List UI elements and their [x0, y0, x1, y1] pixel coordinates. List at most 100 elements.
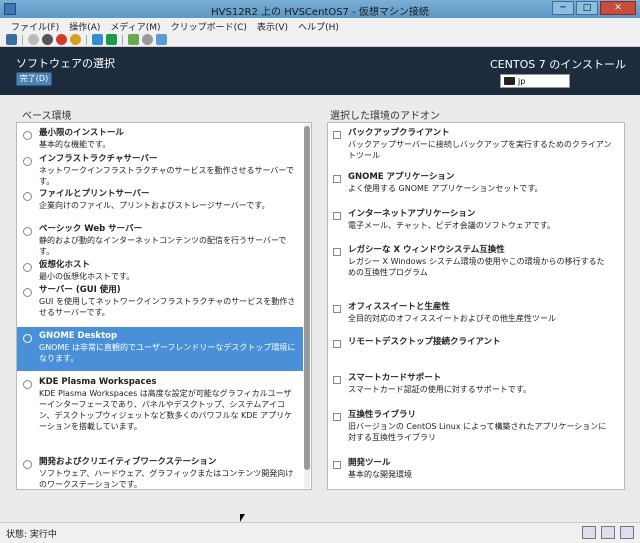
toolbar [0, 33, 640, 47]
checkbox[interactable] [333, 340, 341, 348]
addon-option[interactable]: スマートカードサポート スマートカード認証の使用に対するサポートです。 [328, 373, 618, 395]
checkbox[interactable] [333, 131, 341, 139]
env-option[interactable]: 開発およびクリエイティブワークステーション ソフトウェア、ハードウェア、グラフィ… [17, 457, 303, 489]
enhanced-session-icon[interactable] [156, 34, 167, 45]
addon-option[interactable]: リモートデスクトップ接続クライアント [328, 337, 618, 348]
addon-desc: 全目的対応のオフィススイートおよびその他生産性ツール [348, 314, 556, 323]
done-button[interactable]: 完了(D) [16, 72, 52, 86]
checkpoint-icon[interactable] [128, 34, 139, 45]
radio-button[interactable] [23, 263, 32, 272]
radio-button[interactable] [23, 227, 32, 236]
base-env-scrollbar[interactable] [304, 124, 310, 488]
checkbox[interactable] [333, 413, 341, 421]
revert-icon[interactable] [142, 34, 153, 45]
radio-button[interactable] [23, 334, 32, 343]
close-button[interactable]: ✕ [600, 1, 636, 15]
radio-button[interactable] [23, 288, 32, 297]
checkbox[interactable] [333, 305, 341, 313]
radio-button[interactable] [23, 460, 32, 469]
env-desc: ネットワークインフラストラクチャのサービスを動作させるサーバーです。 [39, 166, 294, 186]
addons-list: バックアップクライアント バックアップサーバーに接続しバックアップを実行するため… [327, 122, 625, 490]
addon-desc: 旧バージョンの CentOS Linux によって構築されたアプリケーションに対… [348, 422, 607, 442]
env-option[interactable]: ファイルとプリントサーバー 企業向けのファイル、プリントおよびストレージサーバー… [17, 189, 303, 211]
base-env-heading: ベース環境 [22, 111, 72, 122]
radio-button[interactable] [23, 131, 32, 140]
env-desc: 最小の仮想化ホストです。 [39, 272, 135, 281]
addon-name: スマートカードサポート [348, 373, 442, 383]
maximize-button[interactable]: □ [576, 1, 598, 15]
env-name: サーバー (GUI 使用) [39, 285, 121, 295]
pause-icon[interactable] [92, 34, 103, 45]
env-option[interactable]: サーバー (GUI 使用) GUI を使用してネットワークインフラストラクチャの… [17, 285, 303, 318]
env-desc: 静的および動的なインターネットコンテンツの配信を行うサーバーです。 [39, 236, 287, 256]
shutdown-icon[interactable] [56, 34, 67, 45]
env-name: ファイルとプリントサーバー [39, 189, 150, 199]
keyboard-layout-indicator[interactable]: jp [500, 74, 570, 88]
menu-help[interactable]: ヘルプ(H) [293, 18, 344, 33]
checkbox[interactable] [333, 248, 341, 256]
addon-name: レガシーな X ウィンドウシステム互換性 [348, 245, 505, 255]
env-name: 最小限のインストール [39, 128, 124, 138]
menu-action[interactable]: 操作(A) [64, 18, 105, 33]
menu-media[interactable]: メディア(M) [105, 18, 165, 33]
env-name: インフラストラクチャサーバー [39, 154, 158, 164]
addon-desc: 基本的な開発環境 [348, 470, 412, 479]
menu-view[interactable]: 表示(V) [252, 18, 293, 33]
menu-file[interactable]: ファイル(F) [6, 18, 64, 33]
addon-name: オフィススイートと生産性 [348, 302, 450, 312]
env-name: ベーシック Web サーバー [39, 224, 143, 234]
mouse-cursor-icon [240, 514, 245, 522]
addon-desc: バックアップサーバーに接続しバックアップを実行するためのクライアントツール [348, 140, 612, 160]
addon-option[interactable]: バックアップクライアント バックアップサーバーに接続しバックアップを実行するため… [328, 128, 618, 161]
ctrl-alt-del-icon[interactable] [6, 34, 17, 45]
addon-option[interactable]: オフィススイートと生産性 全目的対応のオフィススイートおよびその他生産性ツール [328, 302, 618, 324]
window-title: HVS12R2 上の HVSCentOS7 - 仮想マシン接続 [211, 7, 429, 18]
addon-desc: レガシー X Windows システム環境の使用やこの環境からの移行するための互… [348, 257, 605, 277]
env-desc: KDE Plasma Workspaces は高度な設定が可能なグラフィカルユー… [39, 389, 293, 431]
turn-off-icon[interactable] [42, 34, 53, 45]
addon-option[interactable]: 開発ツール 基本的な開発環境 [328, 458, 618, 480]
keyboard-layout-label: jp [518, 76, 526, 86]
env-option[interactable]: 仮想化ホスト 最小の仮想化ホストです。 [17, 260, 303, 282]
start-icon[interactable] [28, 34, 39, 45]
env-name: KDE Plasma Workspaces [39, 377, 157, 387]
addon-name: インターネットアプリケーション [348, 209, 476, 219]
menu-clipboard[interactable]: クリップボード(C) [166, 18, 252, 33]
page-title: ソフトウェアの選択 [16, 57, 115, 70]
radio-button[interactable] [23, 380, 32, 389]
radio-button[interactable] [23, 192, 32, 201]
checkbox[interactable] [333, 376, 341, 384]
checkbox[interactable] [333, 212, 341, 220]
env-name: GNOME Desktop [39, 331, 118, 341]
env-desc: ソフトウェア、ハードウェア、グラフィックまたはコンテンツ開発向けのワークステーシ… [39, 469, 294, 489]
addon-name: 開発ツール [348, 458, 391, 468]
reset-icon[interactable] [106, 34, 117, 45]
keyboard-status-icon [582, 526, 596, 539]
env-option-selected[interactable]: GNOME Desktop GNOME は非常に直観的でユーザーフレンドリーなデ… [17, 327, 303, 371]
addon-name: バックアップクライアント [348, 128, 450, 138]
addon-desc: よく使用する GNOME アプリケーションセットです。 [348, 184, 543, 193]
env-option[interactable]: 最小限のインストール 基本的な機能です。 [17, 128, 303, 150]
addon-option[interactable]: レガシーな X ウィンドウシステム互換性 レガシー X Windows システム… [328, 245, 618, 278]
checkbox[interactable] [333, 461, 341, 469]
scrollbar-thumb[interactable] [304, 126, 310, 470]
status-text: 状態: 実行中 [6, 530, 57, 540]
addon-name: 互換性ライブラリ [348, 410, 417, 420]
minimize-button[interactable]: ─ [552, 1, 574, 15]
addon-option[interactable]: GNOME アプリケーション よく使用する GNOME アプリケーションセットで… [328, 172, 618, 194]
addon-option[interactable]: インターネットアプリケーション 電子メール、チャット、ビデオ会議のソフトウェアで… [328, 209, 618, 231]
addon-option[interactable]: 互換性ライブラリ 旧バージョンの CentOS Linux によって構築されたア… [328, 410, 618, 443]
env-option[interactable]: インフラストラクチャサーバー ネットワークインフラストラクチャのサービスを動作さ… [17, 154, 303, 187]
checkbox[interactable] [333, 175, 341, 183]
save-icon[interactable] [70, 34, 81, 45]
radio-button[interactable] [23, 157, 32, 166]
env-option[interactable]: KDE Plasma Workspaces KDE Plasma Workspa… [17, 377, 303, 432]
env-desc: GNOME は非常に直観的でユーザーフレンドリーなデスクトップ環境になります。 [39, 343, 296, 363]
addon-desc: スマートカード認証の使用に対するサポートです。 [348, 385, 531, 394]
install-title: CENTOS 7 のインストール [490, 58, 626, 71]
window-titlebar: HVS12R2 上の HVSCentOS7 - 仮想マシン接続 ─ □ ✕ [0, 0, 640, 18]
env-option[interactable]: ベーシック Web サーバー 静的および動的なインターネットコンテンツの配信を行… [17, 224, 303, 257]
env-name: 開発およびクリエイティブワークステーション [39, 457, 217, 467]
keyboard-icon [504, 77, 515, 85]
mouse-status-icon [620, 526, 634, 539]
